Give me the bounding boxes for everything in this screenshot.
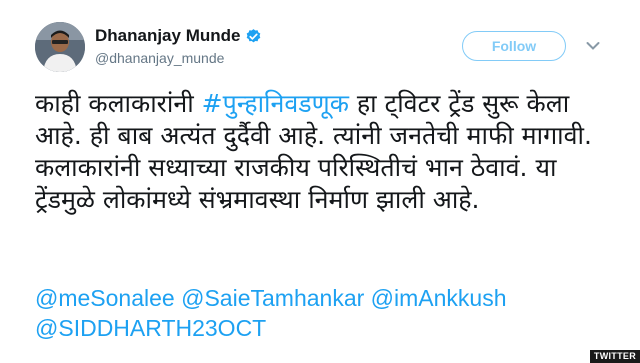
hashtag-link[interactable]: #पुन्हानिवडणूक [202,89,349,118]
profile-photo [35,22,85,72]
author-avatar[interactable] [35,22,85,72]
mention-link[interactable]: @SaieTamhankar [181,285,364,311]
author-handle[interactable]: @dhananjay_munde [95,50,262,66]
tweet-text-prefix: काही कलाकारांनी [35,89,202,118]
author-display-name[interactable]: Dhananjay Munde [95,26,240,46]
mentions-block: @meSonalee @SaieTamhankar @imAnkkush @SI… [35,283,625,343]
author-block: Dhananjay Munde @dhananjay_munde [95,26,262,66]
verified-badge-icon [247,28,261,42]
author-name-row[interactable]: Dhananjay Munde [95,26,262,46]
mention-link[interactable]: @meSonalee [35,285,175,311]
mention-link[interactable]: @SIDDHARTH23OCT [35,315,266,341]
source-watermark: TWITTER [589,350,640,363]
chevron-down-icon[interactable] [586,41,600,51]
timestamp-cutoff [35,356,185,363]
follow-button[interactable]: Follow [462,31,566,61]
mention-link[interactable]: @imAnkkush [371,285,507,311]
tweet-text: काही कलाकारांनी #पुन्हानिवडणूक हा ट्विटर… [35,88,615,216]
